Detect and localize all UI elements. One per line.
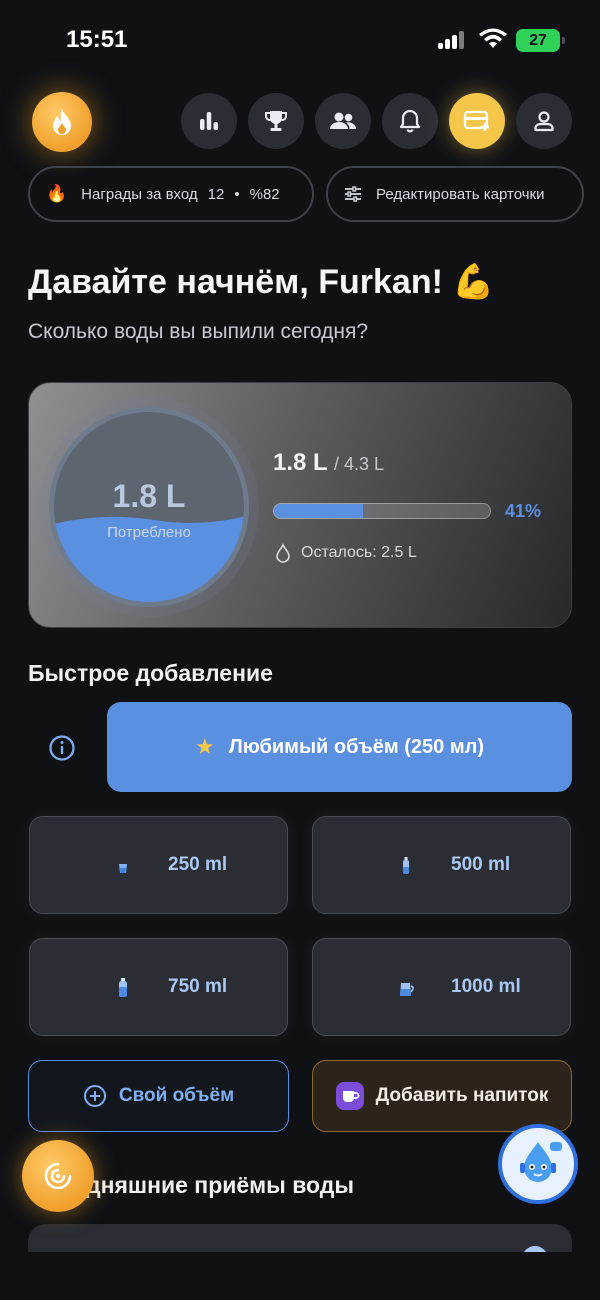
- add-750ml-label: 750 ml: [168, 976, 228, 997]
- plus-circle-icon: [83, 1085, 106, 1107]
- quick-add-title: Быстрое добавление: [28, 660, 273, 686]
- sliders-icon: [345, 186, 361, 202]
- add-drink-button[interactable]: Добавить напиток: [312, 1060, 572, 1132]
- achievements-button[interactable]: [248, 93, 304, 149]
- large-bottle-icon: [119, 978, 127, 997]
- intake-progress-fill: [274, 504, 363, 518]
- notifications-button[interactable]: [382, 93, 438, 149]
- glass-icon: [119, 864, 127, 873]
- battery-indicator: 27: [516, 29, 565, 52]
- bottle-icon: [403, 857, 409, 874]
- gauge-consumed-caption: Потреблено: [107, 524, 191, 541]
- info-icon[interactable]: [48, 734, 76, 762]
- add-500ml-label: 500 ml: [451, 854, 511, 875]
- favorite-volume-label: Любимый объём (250 мл): [228, 735, 485, 758]
- remaining-label: Осталось: 2.5 L: [301, 544, 417, 561]
- edit-cards-pill[interactable]: Редактировать карточки: [326, 166, 584, 222]
- add-250ml-label: 250 ml: [168, 854, 228, 875]
- status-time: 15:51: [66, 26, 128, 53]
- droplet-icon: [276, 543, 290, 563]
- intake-progress-bar: [273, 503, 491, 519]
- status-bar: 15:51 27: [0, 0, 600, 80]
- friends-button[interactable]: [315, 93, 371, 149]
- add-500ml-button[interactable]: 500 ml: [312, 816, 571, 914]
- trophy-icon: [264, 111, 288, 131]
- intake-goal: / 4.3 L: [333, 454, 384, 474]
- profile-button[interactable]: [516, 93, 572, 149]
- add-1000ml-button[interactable]: 1000 ml: [312, 938, 571, 1036]
- person-icon: [534, 111, 554, 132]
- water-intake-card[interactable]: 1.8 L Потреблено 1.8 L / 4.3 L 41% Остал…: [28, 382, 572, 628]
- streak-count: 12: [207, 185, 225, 203]
- greeting-subtitle: Сколько воды вы выпили сегодня?: [28, 320, 369, 343]
- today-intake-title: дняшние приёмы воды: [86, 1172, 355, 1198]
- rewards-percent: %82: [249, 185, 280, 203]
- login-rewards-pill[interactable]: 🔥 Награды за вход 12 • %82: [28, 166, 314, 222]
- cellular-signal-icon: [438, 31, 466, 49]
- cup-icon: [335, 1082, 364, 1110]
- bell-icon: [399, 109, 421, 133]
- favorite-volume-button[interactable]: ★ Любимый объём (250 мл): [107, 702, 572, 792]
- wifi-icon: [479, 28, 507, 48]
- streak-button[interactable]: [32, 92, 92, 152]
- group-icon: [330, 112, 357, 129]
- bar-chart-icon: [200, 112, 218, 130]
- water-mascot-icon: [520, 1142, 562, 1182]
- remaining-amount: Осталось: 2.5 L: [275, 543, 417, 563]
- flame-icon: [53, 109, 71, 135]
- fire-icon: 🔥: [46, 184, 68, 203]
- rewards-label: Награды за вход: [81, 185, 198, 203]
- custom-volume-button[interactable]: Свой объём: [28, 1060, 289, 1132]
- intake-current: 1.8 L: [273, 449, 328, 476]
- add-250ml-button[interactable]: 250 ml: [29, 816, 288, 914]
- greeting-title: Давайте начнём, Furkan! 💪: [28, 263, 495, 301]
- bottom-fade: [0, 1252, 600, 1300]
- star-icon: ★: [194, 734, 215, 759]
- subscription-button[interactable]: [449, 93, 505, 149]
- target-flame-icon: [44, 1162, 72, 1190]
- jug-icon: [400, 983, 414, 996]
- assistant-mascot-button[interactable]: [498, 1124, 578, 1204]
- water-gauge: 1.8 L Потреблено: [49, 407, 249, 607]
- intake-progress-percent: 41%: [505, 501, 542, 521]
- separator-dot: •: [234, 185, 240, 203]
- card-add-icon: [463, 110, 489, 131]
- streak-fab-button[interactable]: [22, 1140, 94, 1212]
- edit-cards-label: Редактировать карточки: [376, 185, 545, 203]
- gauge-consumed-value: 1.8 L: [112, 478, 186, 514]
- stats-button[interactable]: [181, 93, 237, 149]
- custom-volume-label: Свой объём: [118, 1085, 235, 1106]
- add-drink-label: Добавить напиток: [375, 1085, 549, 1106]
- intake-amount: 1.8 L / 4.3 L: [273, 449, 384, 477]
- add-1000ml-label: 1000 ml: [451, 976, 521, 997]
- add-750ml-button[interactable]: 750 ml: [29, 938, 288, 1036]
